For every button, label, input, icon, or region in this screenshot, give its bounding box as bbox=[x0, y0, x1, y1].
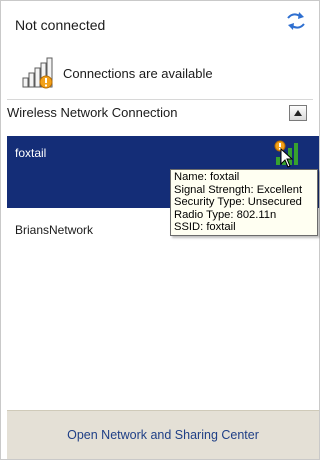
open-network-sharing-center-link[interactable]: Open Network and Sharing Center bbox=[67, 428, 259, 442]
network-item-briansnetwork[interactable]: BriansNetwork bbox=[15, 223, 93, 237]
collapse-arrow-icon bbox=[294, 110, 302, 116]
signal-bars-warning-icon bbox=[22, 57, 53, 89]
tooltip-security-type: Security Type: Unsecured bbox=[174, 196, 302, 208]
mouse-cursor-icon bbox=[280, 148, 294, 168]
tooltip-ssid: SSID: foxtail bbox=[174, 221, 236, 233]
tooltip-signal-strength: Signal Strength: Excellent bbox=[174, 183, 303, 196]
refresh-icon[interactable] bbox=[285, 11, 307, 31]
tooltip-radio-type: Radio Type: 802.11n bbox=[174, 208, 277, 221]
footer-bar: Open Network and Sharing Center bbox=[7, 410, 319, 459]
connections-available-row: Connections are available bbox=[21, 55, 213, 91]
network-details-tooltip: Name: foxtail Signal Strength: Excellent… bbox=[170, 169, 318, 236]
collapse-section-button[interactable] bbox=[289, 105, 307, 121]
network-name: foxtail bbox=[15, 146, 47, 160]
section-divider bbox=[7, 99, 313, 100]
connection-status: Not connected bbox=[15, 17, 106, 33]
wireless-section-title: Wireless Network Connection bbox=[7, 105, 178, 120]
network-flyout-panel: Not connected Connections are available … bbox=[0, 0, 320, 460]
connections-available-label: Connections are available bbox=[63, 65, 213, 81]
tooltip-name: Name: foxtail bbox=[174, 171, 240, 183]
